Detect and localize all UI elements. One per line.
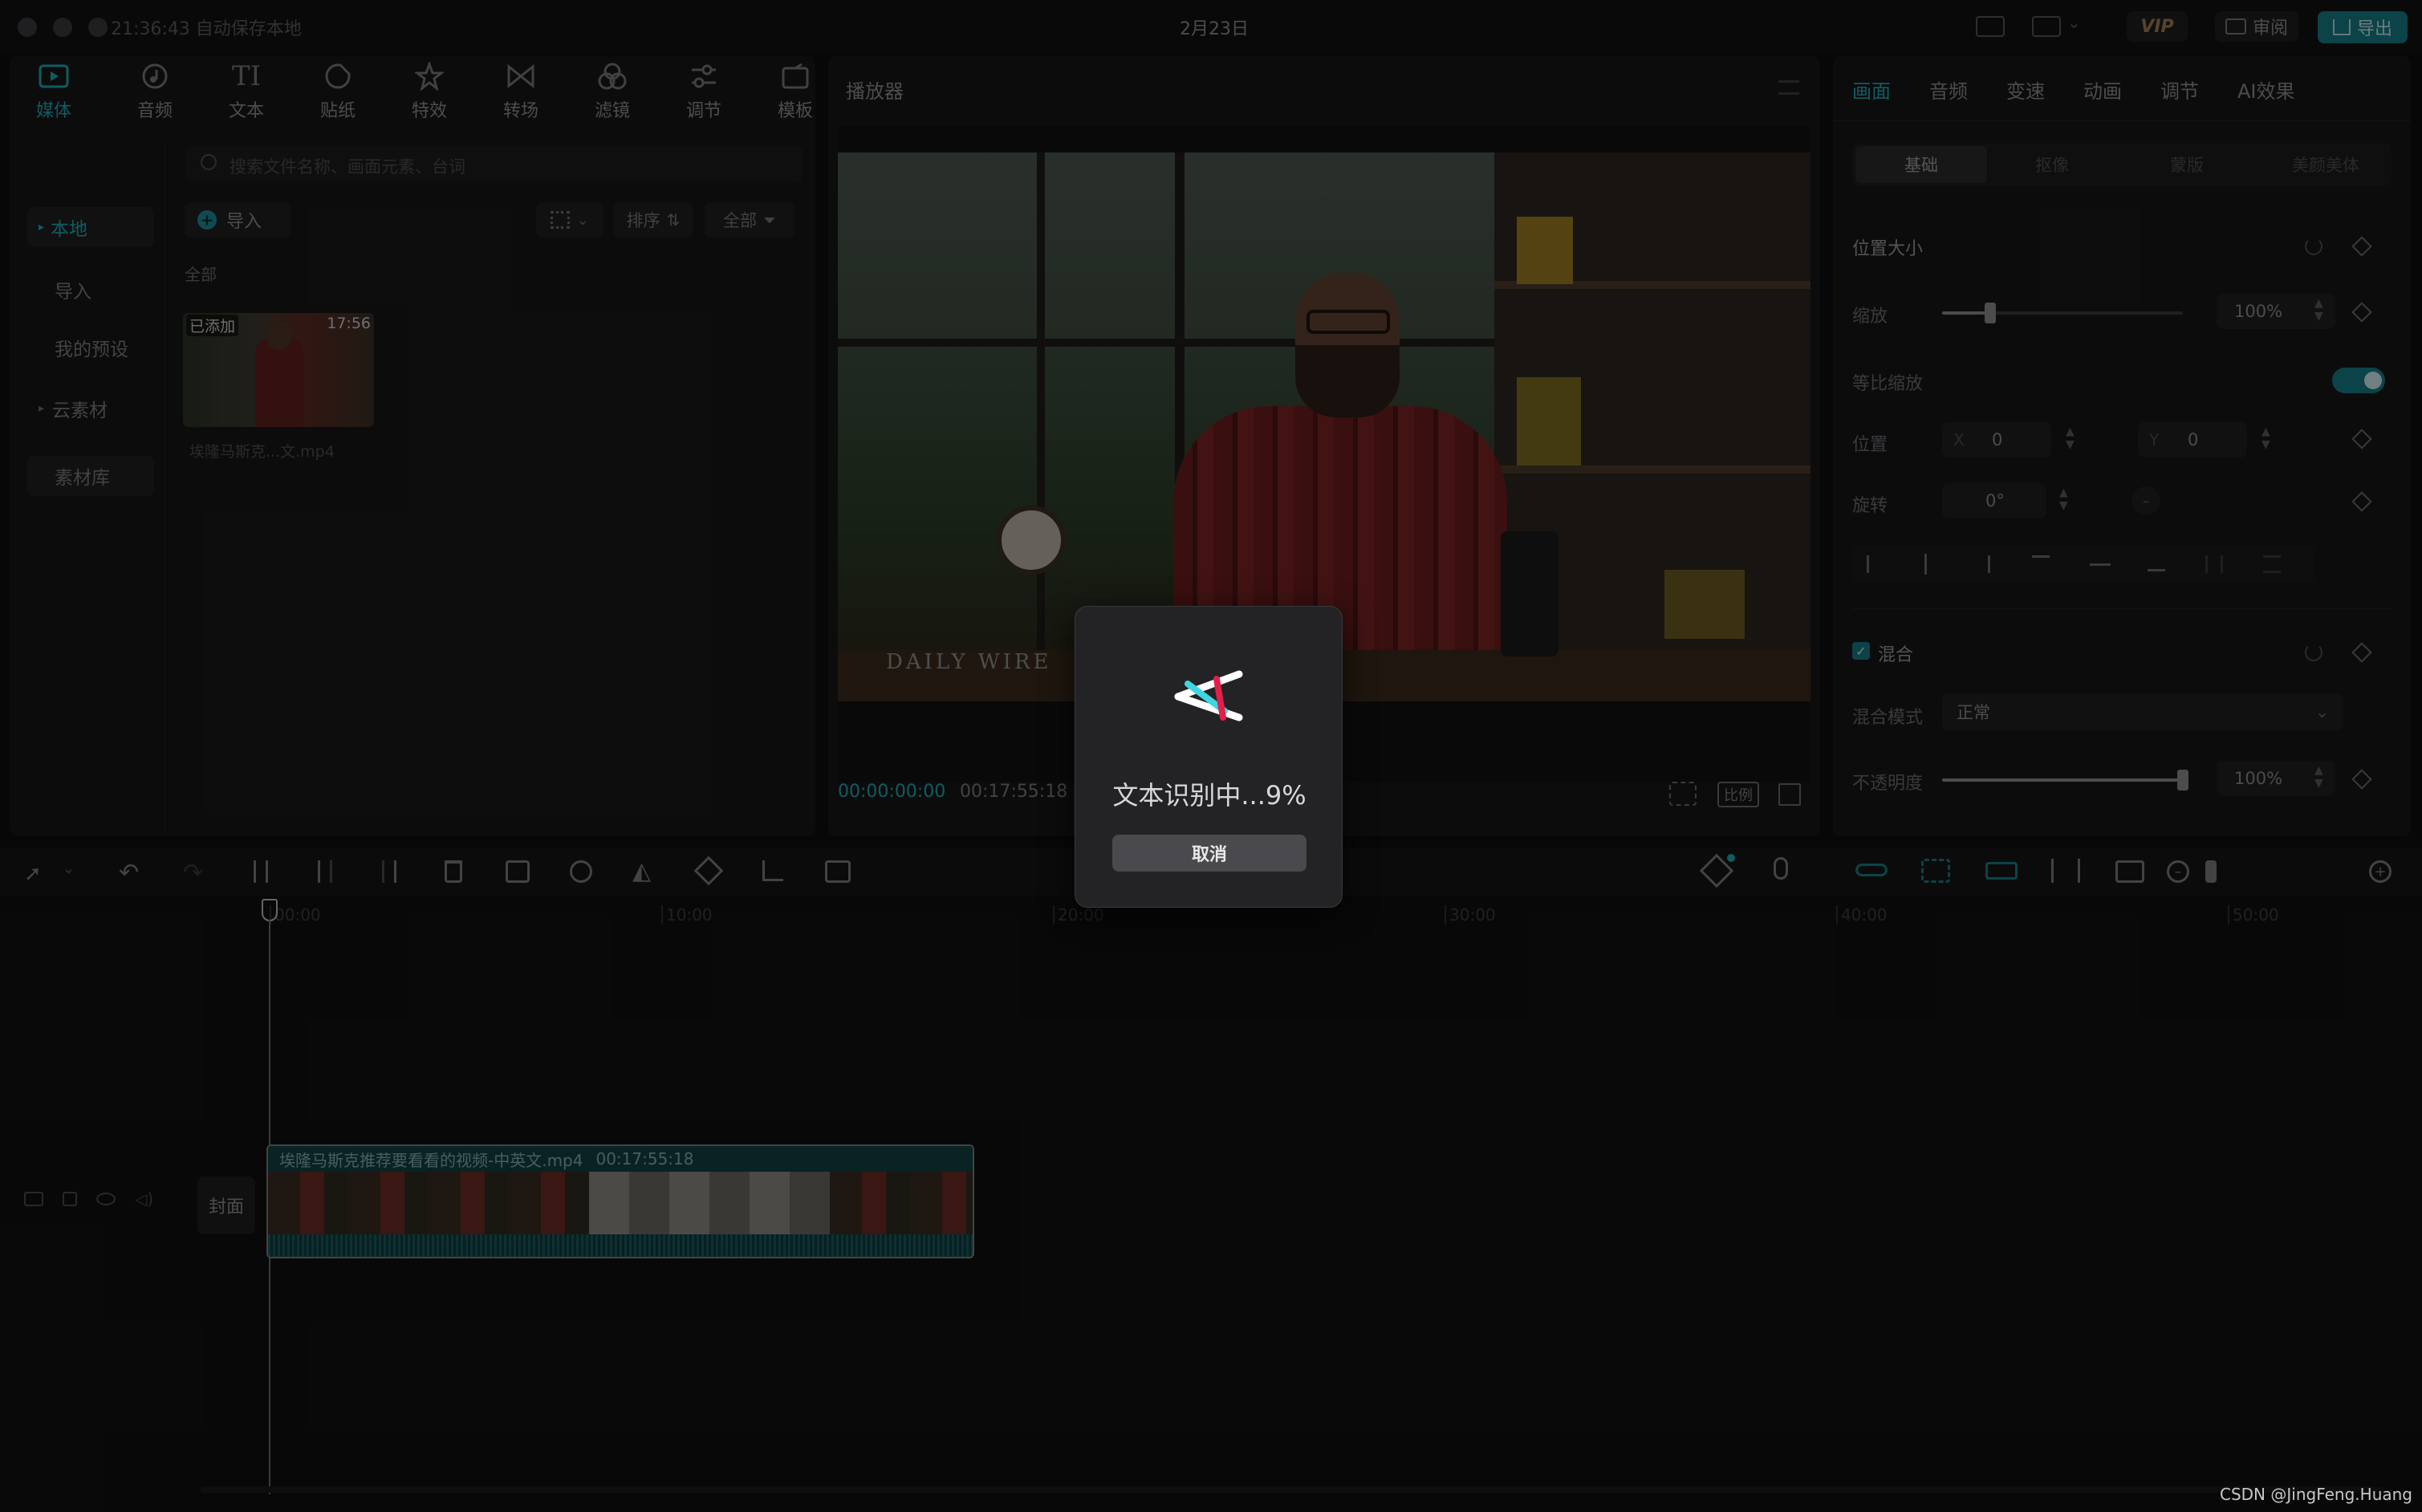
recognition-status: 文本识别中...9% xyxy=(1112,780,1306,811)
capcut-logo-icon xyxy=(1172,668,1247,724)
cancel-button[interactable]: 取消 xyxy=(1112,835,1306,872)
recognition-dialog: 文本识别中...9% 取消 xyxy=(1075,606,1343,908)
csdn-watermark: CSDN @JingFeng.Huang xyxy=(2220,1485,2412,1504)
